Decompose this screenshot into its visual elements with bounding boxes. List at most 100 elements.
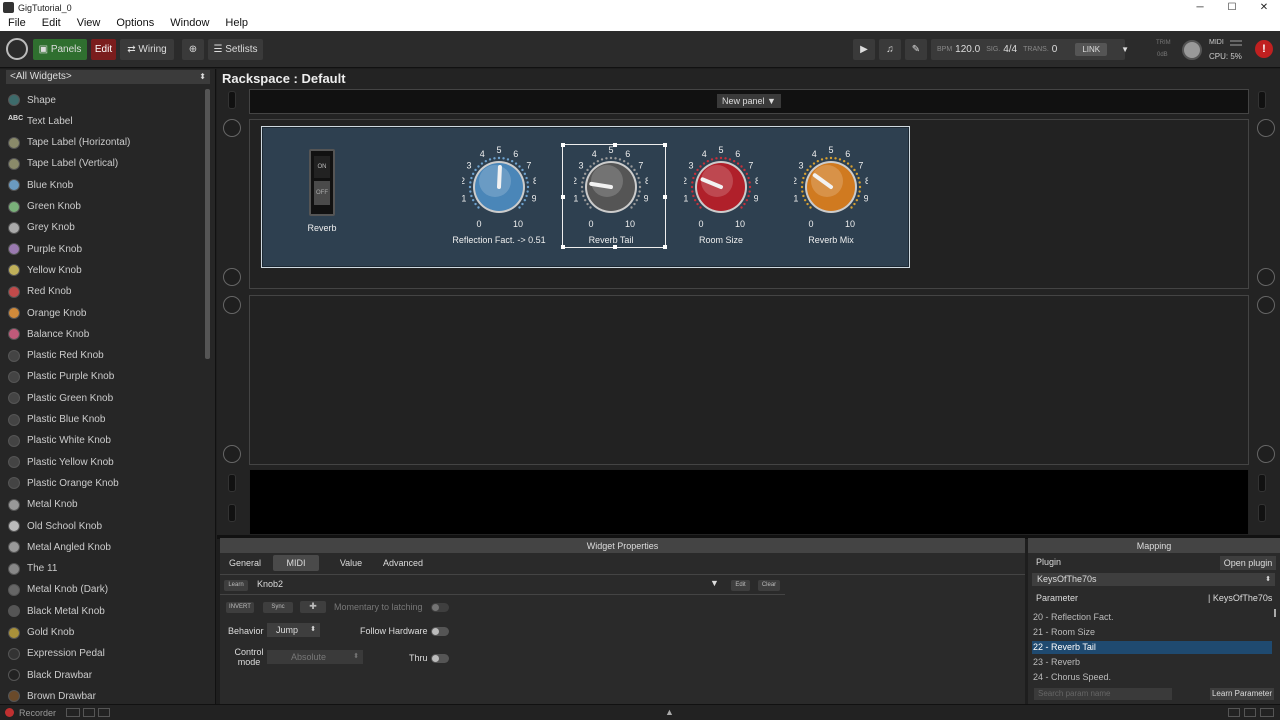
sidebar-item[interactable]: Plastic Yellow Knob [8,453,208,471]
sidebar-item[interactable]: Plastic Red Knob [8,347,208,365]
momentary-toggle[interactable] [431,603,449,612]
sidebar-item[interactable]: Metal Angled Knob [8,538,208,556]
sidebar-item[interactable]: Black Metal Knob [8,602,208,620]
menu-file[interactable]: File [0,17,34,29]
metronome-icon[interactable]: ♫ [879,39,901,60]
search-param-input[interactable]: Search param name [1034,688,1172,700]
sidebar-item[interactable]: Expression Pedal [8,645,208,663]
sig-label: SIG. [986,46,1001,53]
clear-midi-button[interactable]: Clear [758,580,780,591]
resize-handle[interactable] [561,143,565,147]
bpm-value[interactable]: 120.0 [955,44,980,55]
minimize-button[interactable]: ─ [1184,0,1216,15]
sidebar-item[interactable]: The 11 [8,560,208,578]
sidebar-item[interactable]: Orange Knob [8,304,208,322]
sidebar-item[interactable]: Tape Label (Horizontal) [8,134,208,152]
widget-filter-select[interactable]: <All Widgets> ⬍ [6,70,210,84]
resize-handle[interactable] [663,245,667,249]
parameter-row[interactable]: 20 - Reflection Fact. [1032,611,1272,624]
edit-midi-button[interactable]: Edit [731,580,750,591]
sig-value[interactable]: 4/4 [1003,44,1017,55]
tuner-icon[interactable]: ✎ [905,39,927,60]
link-dropdown-icon[interactable]: ▼ [1121,45,1129,54]
sidebar-item[interactable]: Shape [8,91,208,109]
knob-widget[interactable]: 0 1 2 3 4 5 6 7 8 9 10 Reverb Mix [794,143,868,245]
sidebar-item[interactable]: Plastic Blue Knob [8,411,208,429]
sync-button[interactable]: Sync [263,602,293,613]
param-scrollbar[interactable] [1274,609,1276,617]
wiring-button[interactable]: ⇄ Wiring [120,39,174,60]
panels-button[interactable]: ▣ Panels [33,39,87,60]
record-icon[interactable] [5,708,14,717]
behavior-select[interactable]: Jump ⬍ [267,623,320,637]
learn-button[interactable]: Learn [224,580,248,591]
tab-advanced[interactable]: Advanced [380,555,426,571]
resize-handle[interactable] [561,195,565,199]
sidebar-scrollbar[interactable] [205,89,210,359]
tab-midi[interactable]: MIDI [273,555,319,571]
edit-button[interactable]: Edit [91,39,116,60]
control-mode-select[interactable]: Absolute ⬍ [267,650,363,664]
expand-up-icon[interactable]: ▲ [665,707,674,717]
invert-button[interactable]: INVERT [226,602,254,613]
sidebar-item[interactable]: Plastic White Knob [8,432,208,450]
menu-window[interactable]: Window [162,17,217,29]
menu-options[interactable]: Options [108,17,162,29]
sidebar-item[interactable]: Black Drawbar [8,666,208,684]
menu-edit[interactable]: Edit [34,17,69,29]
sidebar-item[interactable]: Plastic Green Knob [8,389,208,407]
sidebar-item[interactable]: Balance Knob [8,325,208,343]
sidebar-item[interactable]: Tape Label (Vertical) [8,155,208,173]
maximize-button[interactable]: ☐ [1216,0,1248,15]
sidebar-item[interactable]: Old School Knob [8,517,208,535]
globe-icon[interactable]: ⊕ [182,39,204,60]
knob-name-value[interactable]: Knob2 [257,579,283,589]
resize-handle[interactable] [613,245,617,249]
learn-parameter-button[interactable]: Learn Parameter [1210,688,1274,700]
menu-help[interactable]: Help [217,17,256,29]
plugin-select[interactable]: KeysOfThe70s ⬍ [1032,573,1275,586]
sidebar-item[interactable]: Gold Knob [8,624,208,642]
sidebar-item[interactable]: Yellow Knob [8,261,208,279]
selection-frame[interactable] [561,143,667,249]
sidebar-item[interactable]: Purple Knob [8,240,208,258]
knob-widget[interactable]: 0 1 2 3 4 5 6 7 8 9 10 Room Size [684,143,758,245]
trim-knob[interactable] [1182,40,1202,60]
resize-handle[interactable] [663,195,667,199]
sidebar-item[interactable]: Metal Knob [8,496,208,514]
tab-value[interactable]: Value [328,555,374,571]
parameter-row[interactable]: 24 - Chorus Speed. [1032,671,1272,684]
sidebar-item[interactable]: Blue Knob [8,176,208,194]
sidebar-item[interactable]: ABC Text Label [8,112,208,130]
panic-icon[interactable]: ! [1255,40,1273,58]
reverb-switch[interactable]: ON OFF [309,149,335,216]
parameter-row[interactable]: 21 - Room Size [1032,626,1272,639]
resize-handle[interactable] [613,143,617,147]
sidebar-item[interactable]: Red Knob [8,283,208,301]
play-icon[interactable]: ▶ [853,39,875,60]
knob-dropdown-icon[interactable]: ▼ [710,578,719,588]
follow-hardware-toggle[interactable] [431,627,449,636]
resize-handle[interactable] [663,143,667,147]
sidebar-item[interactable]: Plastic Purple Knob [8,368,208,386]
link-button[interactable]: LINK [1075,43,1108,56]
widget-panel[interactable]: ON OFF Reverb 0 1 2 3 4 5 6 7 8 9 10 Reflection Fac… [261,126,910,268]
open-plugin-button[interactable]: Open plugin [1220,556,1276,570]
knob-widget[interactable]: 0 1 2 3 4 5 6 7 8 9 10 Reflection Fact. -> 0.51 [452,143,545,245]
sidebar-item[interactable]: Green Knob [8,198,208,216]
sidebar-item[interactable]: Brown Drawbar [8,687,208,704]
close-button[interactable]: ✕ [1248,0,1280,15]
resize-handle[interactable] [561,245,565,249]
new-panel-button[interactable]: New panel ▼ [717,94,781,108]
trans-value[interactable]: 0 [1052,44,1058,55]
setlists-button[interactable]: ☰ Setlists [208,39,263,60]
sidebar-item[interactable]: Metal Knob (Dark) [8,581,208,599]
parameter-row[interactable]: 22 - Reverb Tail [1032,641,1272,654]
sidebar-item[interactable]: Plastic Orange Knob [8,474,208,492]
sidebar-item[interactable]: Grey Knob [8,219,208,237]
plus-icon[interactable]: ✚ [300,601,326,613]
menu-view[interactable]: View [69,17,109,29]
parameter-row[interactable]: 23 - Reverb [1032,656,1272,669]
tab-general[interactable]: General [223,555,267,571]
thru-toggle[interactable] [431,654,449,663]
